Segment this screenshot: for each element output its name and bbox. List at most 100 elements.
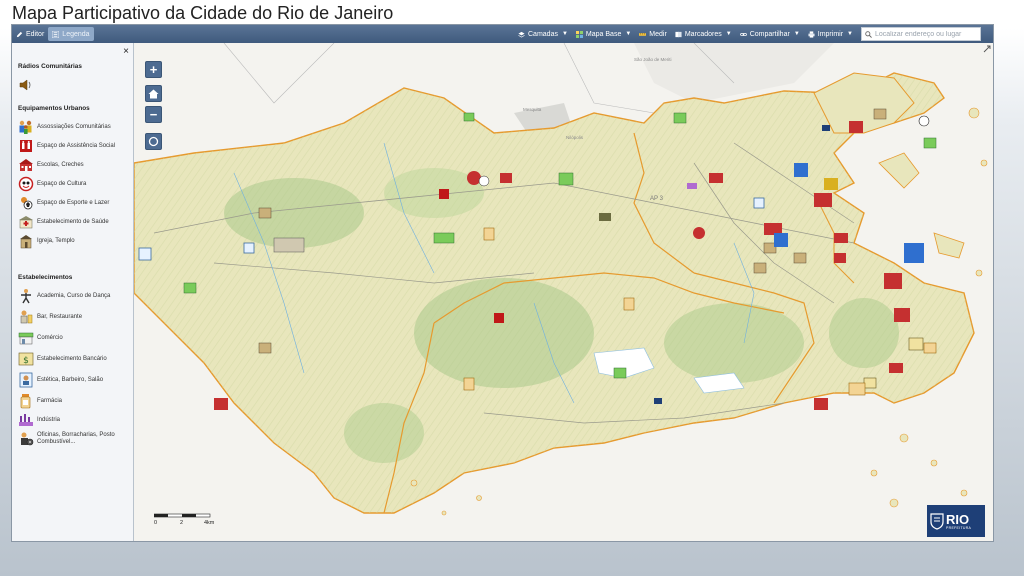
printer-icon <box>808 30 815 38</box>
place-label: Nilópolis <box>566 135 584 140</box>
legend-item-commerce[interactable]: Comércio <box>17 330 129 346</box>
industry-icon <box>17 412 34 428</box>
legend-item-label: Academia, Curso de Dança <box>37 292 111 299</box>
zoom-in-button[interactable]: + <box>145 61 162 78</box>
legend-item-social[interactable]: Espaço de Assistência Social <box>17 138 129 154</box>
editor-button[interactable]: Editor <box>12 27 48 41</box>
legend-item-salon[interactable]: Estética, Barbeiro, Salão <box>17 372 129 388</box>
home-icon <box>148 89 159 98</box>
zoom-out-button[interactable]: − <box>145 106 162 123</box>
expand-icon[interactable] <box>983 45 991 53</box>
layers-icon <box>518 31 525 38</box>
print-label: Imprimir <box>817 30 844 38</box>
legend-item-label: Estabelecimento de Saúde <box>37 218 109 225</box>
commerce-icon <box>17 330 34 346</box>
legend-panel: × Rádios Comunitárias Equipamentos Urban… <box>12 43 134 541</box>
legend-item-radio[interactable] <box>17 77 129 93</box>
share-button[interactable]: Compartilhar ▼ <box>736 27 804 41</box>
legend-item-school[interactable]: Escolas, Creches <box>17 157 129 173</box>
legend-item-gym[interactable]: Academia, Curso de Dança <box>17 288 129 304</box>
bookmarks-label: Marcadores <box>684 30 722 38</box>
legend-item-workshop[interactable]: Oficinas, Borracharias, Posto Combustíve… <box>17 431 129 447</box>
share-label: Compartilhar <box>749 30 790 38</box>
legend-item-bank[interactable]: $ Estabelecimento Bancário <box>17 351 129 367</box>
legend-item-label: Igreja, Templo <box>37 237 75 244</box>
restaurant-icon <box>17 309 34 325</box>
legend-item-culture[interactable]: Espaço de Cultura <box>17 176 129 192</box>
scale-label: 0 <box>154 520 157 526</box>
search-box[interactable] <box>861 27 981 41</box>
home-button[interactable] <box>145 85 162 102</box>
map-basemap <box>134 43 993 541</box>
logo-text: RIO <box>946 511 970 527</box>
community-association-icon <box>17 119 34 135</box>
scale-label: 2 <box>180 520 183 526</box>
legend-item-label: Assossiações Comunitárias <box>37 123 111 130</box>
legend-item-label: Estética, Barbeiro, Salão <box>37 376 104 383</box>
culture-icon <box>17 176 34 192</box>
legend-item-pharmacy[interactable]: Farmácia <box>17 393 129 409</box>
social-assistance-icon <box>17 138 34 154</box>
legend-item-label: Comércio <box>37 334 63 341</box>
locate-button[interactable] <box>145 133 162 150</box>
legend-item-health[interactable]: Estabelecimento de Saúde <box>17 214 129 230</box>
page-title: Mapa Participativo da Cidade do Rio de J… <box>12 3 394 23</box>
gym-icon <box>17 288 34 304</box>
logo-subtext: PREFEITURA <box>946 525 972 530</box>
church-icon <box>17 233 34 249</box>
legend-item-label: Estabelecimento Bancário <box>37 355 107 362</box>
legend-item-industry[interactable]: Indústria <box>17 412 129 428</box>
rio-prefeitura-logo: RIO PREFEITURA <box>927 505 985 537</box>
map-application: Editor Legenda Camadas ▼ Mapa Base ▼ Med… <box>11 24 994 542</box>
pencil-icon <box>16 31 23 37</box>
legend-section-title: Estabelecimentos <box>18 274 73 281</box>
salon-icon <box>17 372 34 388</box>
legend-item-community[interactable]: Assossiações Comunitárias <box>17 119 129 135</box>
place-label: São João de Meriti <box>634 57 672 62</box>
legend-button[interactable]: Legenda <box>48 27 94 41</box>
basemap-label: Mapa Base <box>585 30 622 38</box>
chevron-down-icon: ▼ <box>725 31 732 37</box>
bookmarks-button[interactable]: Marcadores ▼ <box>671 27 736 41</box>
layers-button[interactable]: Camadas ▼ <box>514 27 572 41</box>
ruler-icon <box>639 32 647 36</box>
chevron-down-icon: ▼ <box>625 31 632 37</box>
legend-item-label: Escolas, Creches <box>37 161 84 168</box>
grid-icon <box>575 30 583 38</box>
map-canvas[interactable]: São João de Meriti Mesquita Nilópolis AP… <box>134 43 993 541</box>
legend-section-title: Rádios Comunitárias <box>18 63 82 70</box>
chevron-down-icon: ▼ <box>847 31 853 37</box>
close-icon[interactable]: × <box>123 46 129 57</box>
bookmark-icon <box>675 31 682 37</box>
chevron-down-icon: ▼ <box>793 31 800 37</box>
svg-text:$: $ <box>23 356 29 366</box>
sports-icon <box>17 195 34 211</box>
legend-section-title: Equipamentos Urbanos <box>18 105 90 112</box>
print-button[interactable]: Imprimir ▼ <box>804 27 857 41</box>
legend-item-label: Espaço de Cultura <box>37 180 87 187</box>
radio-speaker-icon <box>17 77 34 93</box>
bank-icon: $ <box>17 351 34 367</box>
scale-bar: 0 2 4km <box>154 513 214 526</box>
basemap-button[interactable]: Mapa Base ▼ <box>572 27 635 41</box>
measure-label: Medir <box>649 30 667 38</box>
layers-label: Camadas <box>528 30 558 38</box>
scale-label: 4km <box>204 520 214 526</box>
school-icon <box>17 157 34 173</box>
legend-item-label: Oficinas, Borracharias, Posto Combustíve… <box>37 432 115 445</box>
list-icon <box>52 30 60 38</box>
pharmacy-icon <box>17 393 34 409</box>
legend-item-sports[interactable]: Espaço de Esporte e Lazer <box>17 195 129 211</box>
legend-item-church[interactable]: Igreja, Templo <box>17 233 129 249</box>
chevron-down-icon: ▼ <box>561 31 568 37</box>
editor-label: Editor <box>26 30 45 38</box>
legend-item-label: Bar, Restaurante <box>37 313 83 320</box>
measure-button[interactable]: Medir <box>635 27 671 41</box>
link-icon <box>739 32 747 36</box>
place-label: AP 3 <box>650 196 663 202</box>
legend-item-restaurant[interactable]: Bar, Restaurante <box>17 309 129 325</box>
search-input[interactable] <box>875 30 975 38</box>
place-label: Mesquita <box>523 107 542 112</box>
workshop-icon <box>17 431 34 447</box>
legend-item-label: Farmácia <box>37 397 63 404</box>
